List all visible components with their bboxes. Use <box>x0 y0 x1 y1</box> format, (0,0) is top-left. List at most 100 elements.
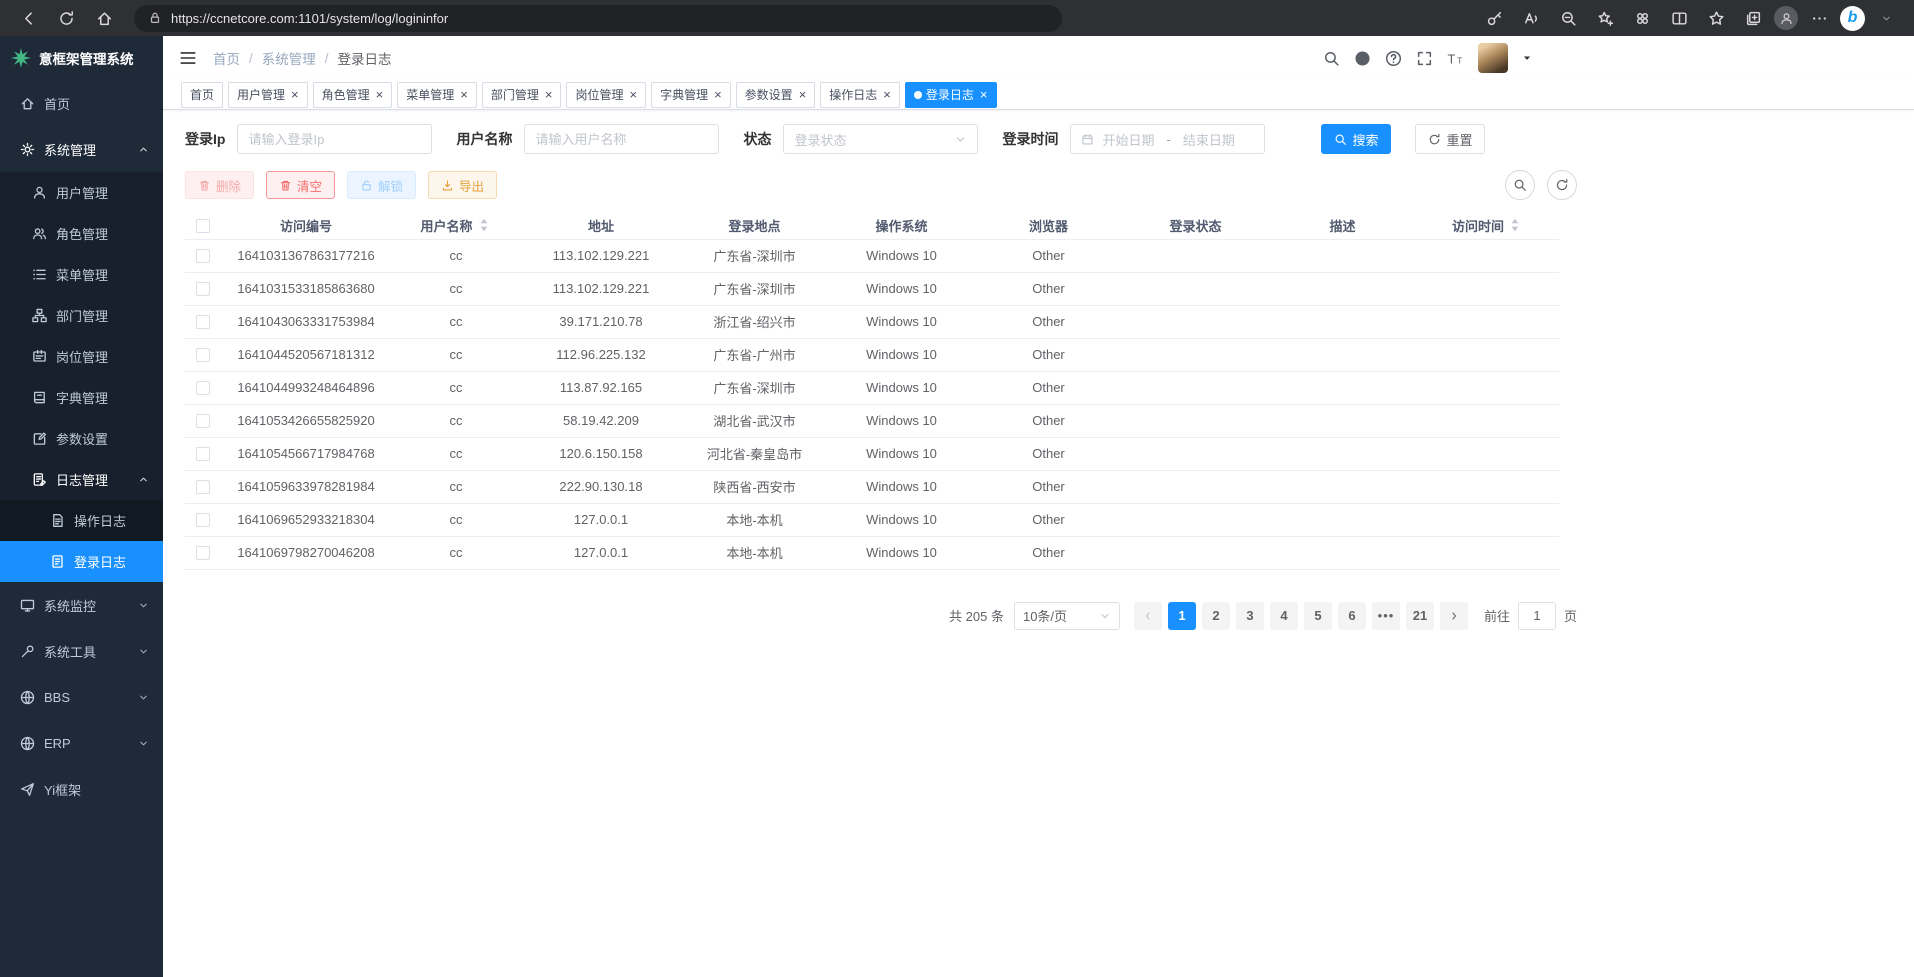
sidebar-item-log[interactable]: 日志管理 <box>0 459 163 500</box>
toggle-search-button[interactable] <box>1505 170 1535 200</box>
export-button[interactable]: 导出 <box>428 171 497 199</box>
row-checkbox[interactable] <box>196 414 210 428</box>
table-row[interactable]: 1641069798270046208cc127.0.0.1本地-本机Windo… <box>185 536 1559 569</box>
table-row[interactable]: 1641044993248464896cc113.87.92.165广东省-深圳… <box>185 371 1559 404</box>
close-icon[interactable]: × <box>545 88 553 101</box>
split-screen-icon[interactable] <box>1663 4 1695 32</box>
breadcrumb-item[interactable]: 首页 <box>213 48 240 68</box>
tab-dict[interactable]: 字典管理× <box>651 82 731 108</box>
app-logo[interactable]: 意框架管理系统 <box>0 36 163 80</box>
browser-refresh-icon[interactable] <box>50 4 82 32</box>
sidebar-item-post[interactable]: 岗位管理 <box>0 336 163 377</box>
collections-icon[interactable] <box>1737 4 1769 32</box>
search-button[interactable]: 搜索 <box>1321 124 1391 154</box>
tab-role[interactable]: 角色管理× <box>313 82 393 108</box>
close-icon[interactable]: × <box>714 88 722 101</box>
status-select[interactable]: 登录状态 <box>783 124 978 154</box>
sidebar-item-menu[interactable]: 菜单管理 <box>0 254 163 295</box>
tab-post[interactable]: 岗位管理× <box>566 82 646 108</box>
close-icon[interactable]: × <box>376 88 384 101</box>
tab-operlog[interactable]: 操作日志× <box>820 82 900 108</box>
table-row[interactable]: 1641069652933218304cc127.0.0.1本地-本机Windo… <box>185 503 1559 536</box>
sidebar-item-monitor[interactable]: 系统监控 <box>0 582 163 628</box>
zoom-icon[interactable] <box>1552 4 1584 32</box>
add-favorite-icon[interactable] <box>1589 4 1621 32</box>
browser-menu-icon[interactable] <box>1803 4 1835 32</box>
row-checkbox[interactable] <box>196 282 210 296</box>
table-row[interactable]: 1641054566717984768cc120.6.150.158河北省-秦皇… <box>185 437 1559 470</box>
close-icon[interactable]: × <box>883 88 891 101</box>
sidebar-item-user[interactable]: 用户管理 <box>0 172 163 213</box>
browser-profile-avatar[interactable] <box>1774 6 1798 30</box>
sidebar-item-loginlog[interactable]: 登录日志 <box>0 541 163 582</box>
page-button-3[interactable]: 3 <box>1236 602 1264 630</box>
row-checkbox[interactable] <box>196 546 210 560</box>
refresh-table-button[interactable] <box>1547 170 1577 200</box>
delete-button[interactable]: 删除 <box>185 171 254 199</box>
sidebar-item-operlog[interactable]: 操作日志 <box>0 500 163 541</box>
browser-home-icon[interactable] <box>88 4 120 32</box>
copilot-icon[interactable]: b <box>1840 6 1865 31</box>
close-icon[interactable]: × <box>629 88 637 101</box>
help-icon[interactable] <box>1385 50 1402 67</box>
page-ellipsis[interactable]: ••• <box>1372 602 1400 630</box>
row-checkbox[interactable] <box>196 381 210 395</box>
tab-param[interactable]: 参数设置× <box>736 82 816 108</box>
login-ip-input[interactable] <box>237 124 432 154</box>
close-icon[interactable]: × <box>799 88 807 101</box>
username-input[interactable] <box>524 124 719 154</box>
close-icon[interactable]: × <box>980 88 988 101</box>
prev-page-button[interactable] <box>1134 602 1162 630</box>
row-checkbox[interactable] <box>196 249 210 263</box>
favorites-icon[interactable] <box>1700 4 1732 32</box>
page-size-select[interactable]: 10条/页 <box>1014 602 1120 630</box>
fullscreen-icon[interactable] <box>1416 50 1433 67</box>
reset-button[interactable]: 重置 <box>1415 124 1485 154</box>
sidebar-item-bbs[interactable]: BBS <box>0 674 163 720</box>
address-bar[interactable]: https://ccnetcore.com:1101/system/log/lo… <box>134 5 1062 32</box>
table-row[interactable]: 1641044520567181312cc112.96.225.132广东省-广… <box>185 338 1559 371</box>
sidebar-item-tools[interactable]: 系统工具 <box>0 628 163 674</box>
row-checkbox[interactable] <box>196 315 210 329</box>
browser-back-icon[interactable] <box>12 4 44 32</box>
tab-home[interactable]: 首页 <box>181 82 223 108</box>
col-header-user[interactable]: 用户名称 <box>391 212 521 239</box>
page-button-6[interactable]: 6 <box>1338 602 1366 630</box>
row-checkbox[interactable] <box>196 480 210 494</box>
sidebar-item-system[interactable]: 系统管理 <box>0 126 163 172</box>
tab-dept[interactable]: 部门管理× <box>482 82 562 108</box>
date-range-picker[interactable]: 开始日期 - 结束日期 <box>1070 124 1265 154</box>
page-button-1[interactable]: 1 <box>1168 602 1196 630</box>
sidebar-item-yi[interactable]: Yi框架 <box>0 766 163 812</box>
table-row[interactable]: 1641031533185863680cc113.102.129.221广东省-… <box>185 272 1559 305</box>
row-checkbox[interactable] <box>196 348 210 362</box>
breadcrumb-item[interactable]: 系统管理 <box>262 48 316 68</box>
sidebar-item-dept[interactable]: 部门管理 <box>0 295 163 336</box>
header-search-icon[interactable] <box>1323 50 1340 67</box>
close-icon[interactable]: × <box>460 88 468 101</box>
jump-input[interactable] <box>1518 602 1556 630</box>
page-button-21[interactable]: 21 <box>1406 602 1434 630</box>
row-checkbox[interactable] <box>196 513 210 527</box>
select-all-checkbox[interactable] <box>196 219 210 233</box>
read-aloud-icon[interactable] <box>1515 4 1547 32</box>
clear-button[interactable]: 清空 <box>266 171 335 199</box>
github-icon[interactable] <box>1354 50 1371 67</box>
table-row[interactable]: 1641059633978281984cc222.90.130.18陕西省-西安… <box>185 470 1559 503</box>
page-button-5[interactable]: 5 <box>1304 602 1332 630</box>
col-header-time[interactable]: 访问时间 <box>1416 212 1559 239</box>
sidebar-item-dict[interactable]: 字典管理 <box>0 377 163 418</box>
site-info-icon[interactable] <box>148 11 162 25</box>
browser-essentials-icon[interactable] <box>1626 4 1658 32</box>
tab-user[interactable]: 用户管理× <box>228 82 308 108</box>
page-button-4[interactable]: 4 <box>1270 602 1298 630</box>
table-row[interactable]: 1641053426655825920cc58.19.42.209湖北省-武汉市… <box>185 404 1559 437</box>
sidebar-item-erp[interactable]: ERP <box>0 720 163 766</box>
row-checkbox[interactable] <box>196 447 210 461</box>
tab-menu[interactable]: 菜单管理× <box>397 82 477 108</box>
font-size-icon[interactable]: TT <box>1447 50 1464 67</box>
collapse-sidebar-icon[interactable] <box>177 47 199 69</box>
close-icon[interactable]: × <box>291 88 299 101</box>
next-page-button[interactable] <box>1440 602 1468 630</box>
sidebar-item-role[interactable]: 角色管理 <box>0 213 163 254</box>
